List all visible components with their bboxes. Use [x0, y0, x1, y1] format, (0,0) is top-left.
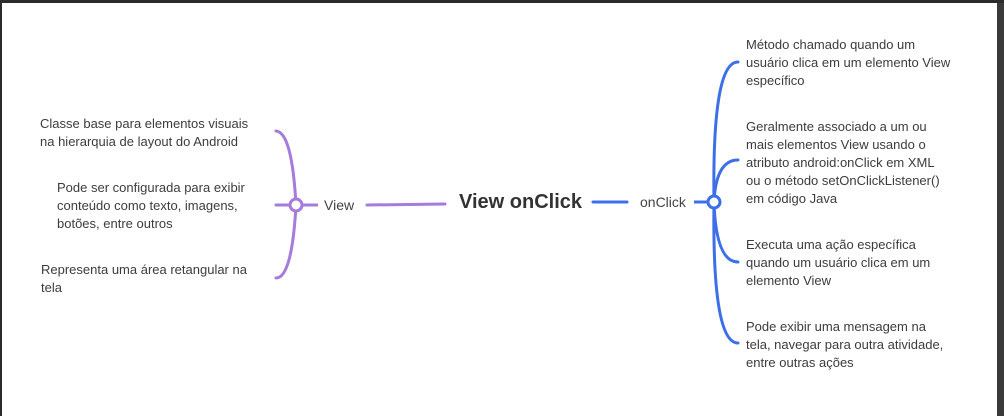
view-note-2[interactable]: Pode ser configurada para exibir conteúd…: [57, 179, 245, 233]
onclick-note-1[interactable]: Método chamado quando um usuário clica e…: [746, 36, 950, 90]
connector-central-view: [365, 202, 447, 207]
central-topic[interactable]: View onClick: [459, 191, 582, 214]
onclick-collapse-node: [706, 194, 722, 210]
connector-view-note-3: [274, 203, 298, 280]
view-note-1[interactable]: Classe base para elementos visuais na hi…: [40, 115, 248, 151]
connector-view-note-1: [274, 129, 298, 207]
onclick-note-2[interactable]: Geralmente associado a um ou mais elemen…: [746, 118, 940, 208]
connector-onclick-note-3: [712, 200, 740, 264]
onclick-note-3[interactable]: Executa uma ação específica quando um us…: [746, 236, 930, 290]
onclick-note-4[interactable]: Pode exibir uma mensagem na tela, navega…: [746, 318, 943, 372]
view-branch-label[interactable]: View: [324, 197, 354, 213]
view-collapse-node: [288, 197, 304, 213]
onclick-branch-label[interactable]: onClick: [640, 194, 686, 210]
connector-onclick-note-4: [712, 200, 740, 345]
view-note-3[interactable]: Representa uma área retangular na tela: [41, 261, 247, 297]
